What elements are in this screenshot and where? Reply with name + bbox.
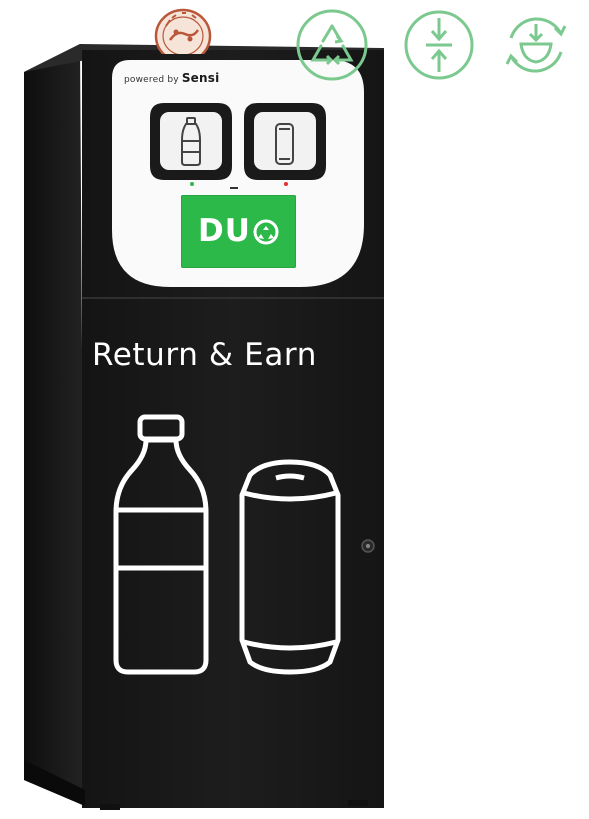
reuse-bowl-icon [505, 17, 567, 73]
panel-sensor [230, 187, 238, 189]
machine-foot-left [100, 804, 120, 810]
machine-foot-right [348, 800, 368, 806]
powered-by-text: powered by [124, 75, 179, 85]
duo-logo-text: DU [198, 213, 251, 249]
can-slot-window [254, 112, 316, 170]
door-lock-keyhole [366, 544, 370, 548]
recycle-arrows-icon [296, 9, 368, 81]
reverse-vending-machine [24, 44, 384, 810]
compact-arrows-icon [404, 10, 474, 80]
bottle-slot-led [190, 182, 194, 186]
pakistan-seal-logo [154, 8, 212, 54]
recycle-icon [253, 219, 279, 244]
duo-display-screen[interactable]: DU [181, 195, 296, 268]
return-and-earn-headline: Return & Earn [92, 337, 317, 373]
sensi-brand-name: Sensi [181, 71, 220, 85]
can-slot-led [284, 182, 288, 186]
machine-side-face [24, 44, 85, 806]
powered-by-label: powered by Sensi [124, 71, 219, 85]
